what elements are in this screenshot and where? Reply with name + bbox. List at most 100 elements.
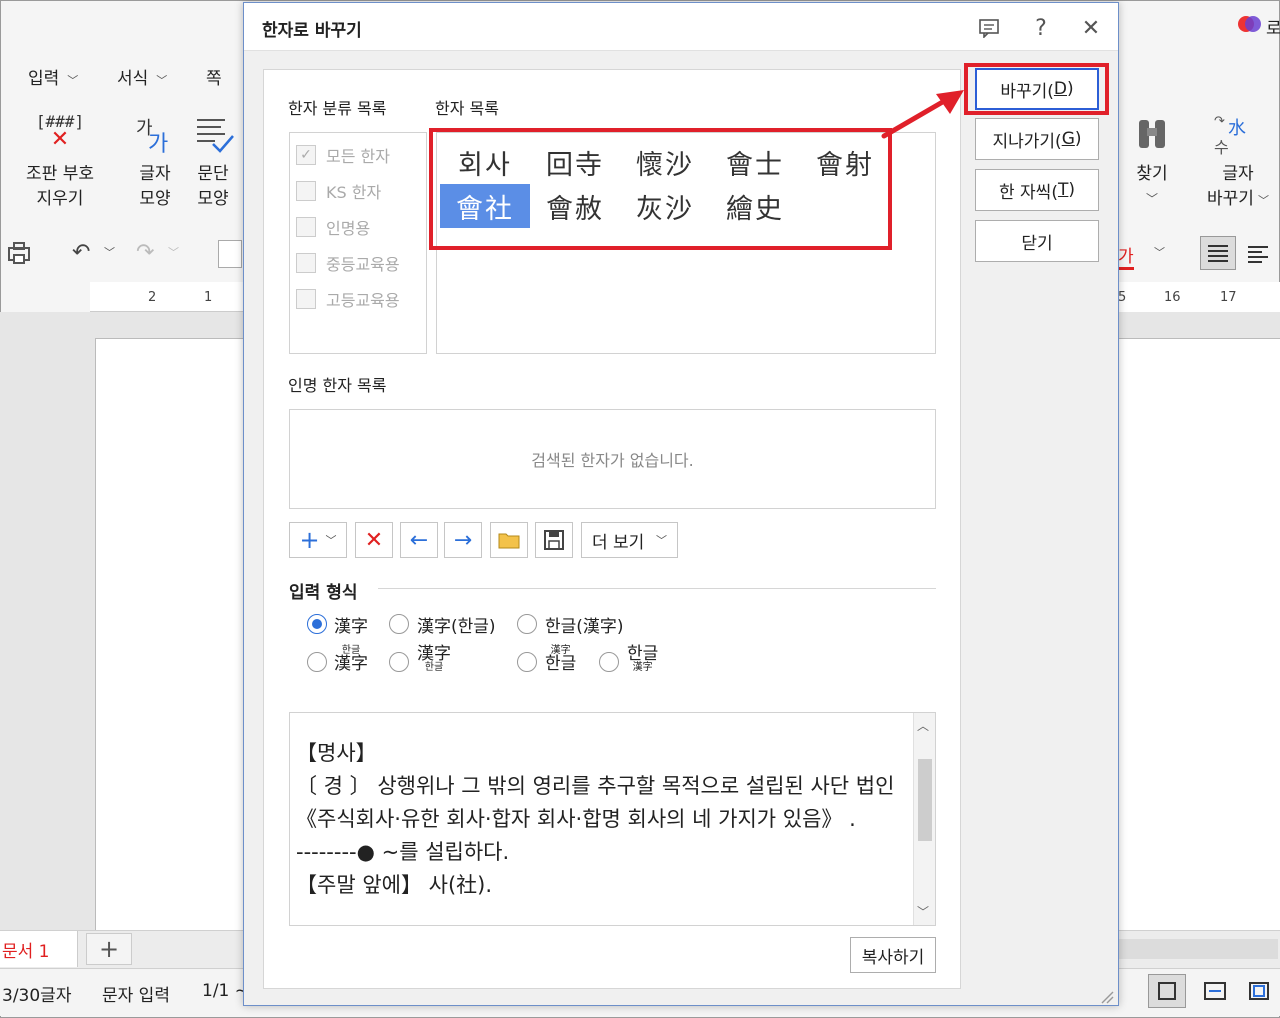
menu-format[interactable]: 서식 ﹀ (117, 64, 167, 89)
page-view-icon (1158, 982, 1176, 1000)
format-hangul-hanja-radio[interactable] (517, 614, 537, 634)
format-ruby-label: 한글 漢字 (334, 646, 368, 673)
category-list-label: 한자 분류 목록 (288, 99, 387, 118)
menu-input[interactable]: 입력 ﹀ (28, 64, 78, 89)
ribbon-clear-markup[interactable]: [###] ✕ 조판 부호 지우기 (20, 112, 100, 212)
button-hotkey: T (1057, 180, 1069, 200)
description-scrollbar[interactable]: ︿ ﹀ (913, 713, 935, 925)
ribbon-label: 문단 (197, 164, 229, 184)
water-glyph: 水 (1228, 118, 1246, 139)
document-tab[interactable]: 문서 1 (0, 931, 78, 967)
one-by-one-button[interactable]: 한 자씩(T) (975, 169, 1099, 211)
horizontal-scrollbar[interactable] (1118, 939, 1278, 959)
document-tab-label: 문서 1 (2, 941, 50, 962)
ribbon-para-shape[interactable]: 문단 모양 (186, 112, 240, 212)
save-button[interactable] (535, 522, 573, 558)
copy-button[interactable]: 복사하기 (850, 937, 936, 973)
undo-icon[interactable]: ↶ (72, 240, 90, 265)
chevron-down-icon[interactable]: ﹀ (104, 244, 115, 260)
ribbon-char-replace[interactable]: ↷ 水 수 글자 바꾸기 ﹀ (1200, 112, 1276, 213)
align-button[interactable] (218, 240, 242, 268)
more-view-dropdown[interactable]: 더 보기 ﹀ (581, 522, 678, 558)
chevron-down-icon: ﹀ (1257, 194, 1269, 207)
left-align-button[interactable] (1244, 240, 1272, 268)
font-color-button[interactable]: 가 (1118, 242, 1134, 270)
button-hotkey: G (1061, 129, 1075, 149)
move-right-button[interactable]: → (444, 522, 482, 558)
open-folder-button[interactable] (490, 522, 528, 558)
format-ruby-hanja-top-radio[interactable] (517, 652, 537, 672)
format-hanja-radio[interactable] (307, 614, 327, 634)
chevron-up-icon[interactable]: ︿ (917, 717, 929, 734)
status-input-mode: 문자 입력 (102, 986, 170, 1006)
ribbon-find[interactable]: 찾기 ﹀ (1125, 112, 1179, 212)
ribbon-label: 모양 (139, 189, 171, 209)
check-icon: ✓ (296, 145, 316, 165)
chevron-down-icon: ﹀ (1145, 192, 1158, 206)
ruler-number: 1 (204, 290, 213, 305)
category-label: KS 한자 (326, 183, 382, 202)
ribbon-label: 지우기 (36, 189, 84, 209)
chevron-down-icon: ﹀ (325, 534, 337, 547)
view-normal-button[interactable] (1148, 974, 1186, 1008)
more-view-label: 더 보기 (592, 532, 645, 553)
format-ruby-hangul-top-radio[interactable] (307, 652, 327, 672)
close-button[interactable]: 닫기 (975, 220, 1099, 262)
justify-align-button[interactable] (1200, 236, 1236, 270)
left-align-icon (1248, 246, 1268, 263)
category-middle[interactable]: 중등교육용 (296, 251, 400, 275)
delete-button[interactable]: ✕ (355, 522, 393, 558)
comment-icon[interactable] (974, 13, 1004, 43)
ruby-top: 한글 (627, 644, 659, 664)
annotation-highlight-box (964, 63, 1109, 115)
resize-grip-icon[interactable] (1098, 988, 1114, 1004)
move-left-button[interactable]: ← (400, 522, 438, 558)
format-ruby-hanja-bottom-radio[interactable] (599, 652, 619, 672)
view-width-button[interactable] (1196, 974, 1234, 1008)
redo-icon[interactable]: ↷ (136, 240, 154, 265)
print-icon[interactable] (6, 240, 32, 266)
status-char-count: 3/30글자 (2, 986, 72, 1006)
format-hanja-hangul-radio[interactable] (389, 614, 409, 634)
category-label: 인명용 (326, 219, 371, 238)
format-ruby-label: 漢字 한글 (417, 646, 451, 673)
format-ruby-hangul-bottom-radio[interactable] (389, 652, 409, 672)
skip-button[interactable]: 지나가기(G) (975, 118, 1099, 160)
brand-text: 로 (1266, 19, 1280, 39)
format-label: 한글(漢字) (545, 617, 624, 637)
add-button[interactable]: + ﹀ (289, 522, 347, 558)
help-icon[interactable]: ? (1026, 13, 1056, 43)
category-label: 모든 한자 (326, 147, 390, 166)
menu-page[interactable]: 쪽 (206, 64, 222, 89)
binoculars-icon (1125, 112, 1179, 162)
category-person[interactable]: 인명용 (296, 215, 370, 239)
ribbon-label-row: 바꾸기 ﹀ (1200, 187, 1276, 213)
ruler-number: 5 (1118, 290, 1127, 305)
category-high[interactable]: 고등교육용 (296, 287, 400, 311)
close-icon[interactable]: ✕ (1076, 13, 1106, 43)
plus-icon: + (299, 526, 320, 554)
chevron-down-icon[interactable]: ﹀ (1154, 244, 1165, 260)
chevron-down-icon[interactable]: ﹀ (168, 244, 179, 260)
chevron-down-icon[interactable]: ﹀ (917, 903, 929, 920)
save-icon (544, 530, 564, 550)
format-ruby-label: 漢字 한글 (545, 646, 576, 673)
char-shape-icon: 가 가 (128, 112, 182, 162)
checkbox (296, 217, 316, 237)
view-page-button[interactable] (1240, 974, 1278, 1008)
arrow-right-icon: → (453, 527, 473, 553)
meaning-description-box[interactable]: 【명사】 〔 경 〕 상행위나 그 밖의 영리를 추구할 목적으로 설립된 사단… (289, 712, 936, 926)
brand-logo-icon (1238, 14, 1262, 34)
add-tab-button[interactable]: + (86, 933, 132, 965)
ribbon-char-shape[interactable]: 가 가 글자 모양 (128, 112, 182, 212)
scrollbar-thumb[interactable] (918, 759, 932, 841)
hanja-list-label: 한자 목록 (435, 99, 499, 118)
button-label: 지나가기( (992, 131, 1062, 152)
button-label-end: ) (1074, 129, 1082, 149)
dialog-title: 한자로 바꾸기 (262, 21, 362, 41)
category-all[interactable]: ✓ 모든 한자 (296, 143, 390, 167)
category-ks[interactable]: KS 한자 (296, 179, 381, 203)
dialog-title-bar: 한자로 바꾸기 ? ✕ (244, 3, 1118, 51)
ruler-right: 5 16 17 (1118, 282, 1280, 312)
chevron-down-icon: ﹀ (156, 74, 168, 87)
